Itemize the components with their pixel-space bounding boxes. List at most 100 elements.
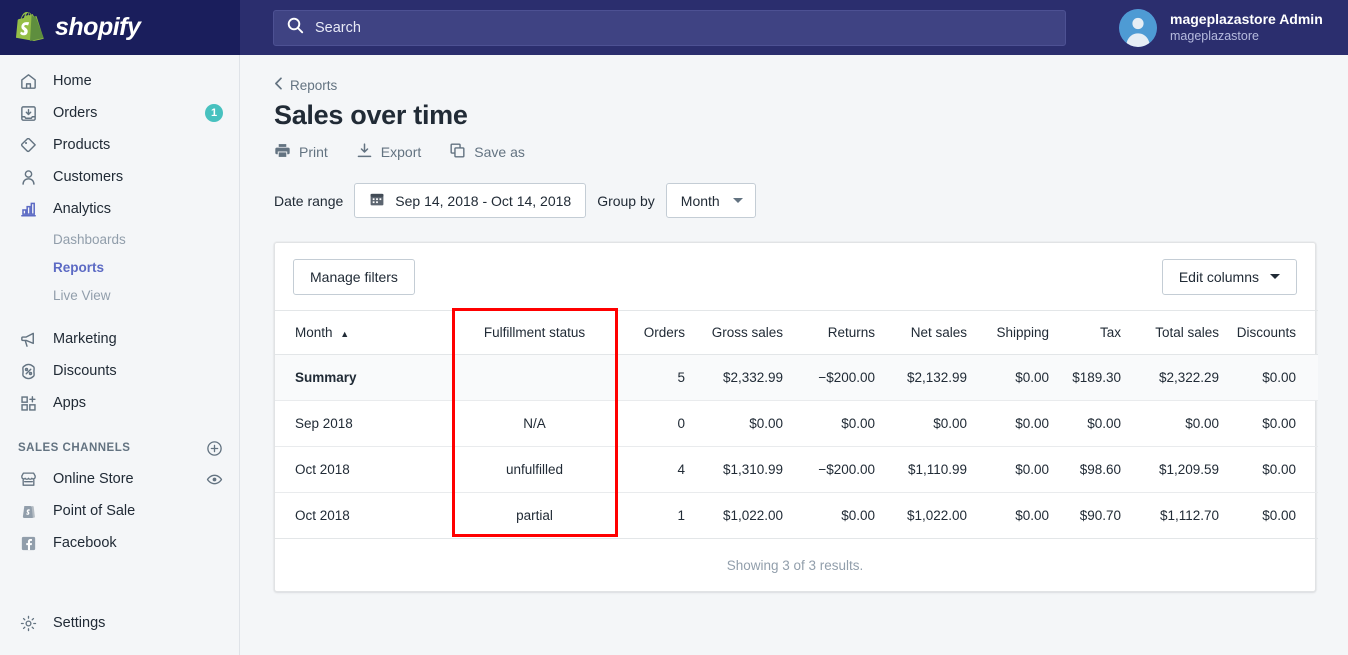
cell-net-sales: $2,132.99	[875, 354, 967, 401]
save-as-button[interactable]: Save as	[449, 142, 525, 162]
sidebar-item-discounts[interactable]: Discounts	[0, 355, 239, 387]
save-as-label: Save as	[474, 144, 525, 160]
table-row[interactable]: Oct 2018 partial 1 $1,022.00 $0.00 $1,02…	[275, 492, 1318, 539]
sidebar-item-apps[interactable]: Apps	[0, 387, 239, 419]
cell-total-sales: $0.00	[1121, 400, 1219, 447]
app-shell: Home Orders 1 Products Customers Analyti…	[0, 55, 1348, 655]
search-icon	[287, 17, 304, 39]
page-actions: Print Export Save as	[274, 142, 1316, 162]
point-of-sale-icon	[18, 501, 39, 522]
cell-gross-sales: $1,022.00	[685, 492, 783, 539]
table-row[interactable]: Summary 5 $2,332.99 −$200.00 $2,132.99 $…	[275, 354, 1318, 401]
table-row[interactable]: Sep 2018 N/A 0 $0.00 $0.00 $0.00 $0.00 $…	[275, 400, 1318, 447]
sidebar-item-label: Facebook	[53, 535, 117, 551]
cell-returns: $0.00	[783, 400, 875, 447]
column-header-returns[interactable]: Returns	[783, 310, 875, 355]
orders-count-badge: 1	[205, 104, 223, 122]
account-text: mageplazastore Admin mageplazastore	[1170, 11, 1323, 44]
sidebar-subitem-label: Live View	[53, 287, 111, 303]
report-card: Manage filters Edit columns Month ▲ Fulf…	[274, 242, 1318, 592]
cell-tax: $98.60	[1049, 446, 1121, 493]
column-header-net-sales[interactable]: Net sales	[875, 310, 967, 355]
copy-icon	[449, 142, 466, 162]
cell-shipping: $0.00	[967, 492, 1049, 539]
sidebar-subitem-dashboards[interactable]: Dashboards	[0, 225, 239, 253]
table-header-row: Month ▲ Fulfillment status Orders Gross …	[275, 310, 1318, 355]
column-header-month-label: Month	[295, 325, 333, 340]
sidebar-item-settings[interactable]: Settings	[0, 607, 239, 639]
eye-icon[interactable]	[205, 470, 223, 488]
sidebar-item-label: Products	[53, 137, 111, 153]
customers-person-icon	[18, 167, 39, 188]
page-title: Sales over time	[274, 100, 468, 130]
cell-total-sales: $2,322.29	[1121, 354, 1219, 401]
export-button[interactable]: Export	[356, 142, 421, 162]
cell-fulfillment-status: N/A	[452, 400, 617, 447]
printer-icon	[274, 142, 291, 162]
cell-discounts: $0.00	[1219, 354, 1318, 401]
date-range-picker[interactable]: Sep 14, 2018 - Oct 14, 2018	[354, 183, 587, 218]
column-header-orders[interactable]: Orders	[617, 310, 685, 355]
manage-filters-button[interactable]: Manage filters	[293, 258, 415, 295]
search-area: Search	[240, 0, 1098, 55]
sidebar-item-label: Settings	[53, 615, 106, 631]
account-store: mageplazastore	[1170, 29, 1259, 43]
sidebar-flex-spacer	[0, 559, 239, 607]
sidebar-subitem-live-view[interactable]: Live View	[0, 281, 239, 309]
group-by-select[interactable]: Month	[665, 183, 756, 218]
account-name: mageplazastore Admin	[1170, 11, 1323, 27]
sidebar-item-home[interactable]: Home	[0, 65, 239, 97]
sales-channels-heading: SALES CHANNELS	[18, 442, 131, 454]
column-header-total-sales[interactable]: Total sales	[1121, 310, 1219, 355]
cell-discounts: $0.00	[1219, 492, 1318, 539]
cell-returns: $0.00	[783, 492, 875, 539]
chevron-down-icon	[1270, 274, 1280, 279]
account-menu[interactable]: mageplazastore Admin mageplazastore	[1098, 0, 1348, 55]
column-header-fulfillment-status[interactable]: Fulfillment status	[452, 310, 617, 355]
sidebar-item-point-of-sale[interactable]: Point of Sale	[0, 495, 239, 527]
sidebar-item-analytics[interactable]: Analytics	[0, 193, 239, 225]
breadcrumb[interactable]: Reports	[274, 77, 337, 93]
sidebar-item-marketing[interactable]: Marketing	[0, 323, 239, 355]
cell-tax: $90.70	[1049, 492, 1121, 539]
group-by-label: Group by	[597, 192, 655, 209]
cell-discounts: $0.00	[1219, 400, 1318, 447]
column-header-gross-sales[interactable]: Gross sales	[685, 310, 783, 355]
cell-gross-sales: $0.00	[685, 400, 783, 447]
column-header-discounts[interactable]: Discounts	[1219, 310, 1318, 355]
cell-shipping: $0.00	[967, 400, 1049, 447]
column-header-month[interactable]: Month ▲	[275, 310, 452, 355]
sidebar-subitem-reports[interactable]: Reports	[0, 253, 239, 281]
top-bar: shopify Search mageplazastore Admin mage…	[0, 0, 1348, 55]
sidebar-item-products[interactable]: Products	[0, 129, 239, 161]
sales-channels-header: SALES CHANNELS	[0, 433, 239, 463]
table-area: Month ▲ Fulfillment status Orders Gross …	[275, 308, 1318, 539]
cell-total-sales: $1,112.70	[1121, 492, 1219, 539]
plus-circle-icon[interactable]	[205, 439, 223, 457]
breadcrumb-label: Reports	[290, 77, 338, 93]
download-icon	[356, 142, 373, 162]
sidebar-item-label: Orders	[53, 105, 98, 121]
home-icon	[18, 71, 39, 92]
column-header-tax[interactable]: Tax	[1049, 310, 1121, 355]
cell-fulfillment-status: partial	[452, 492, 617, 539]
search-input[interactable]: Search	[273, 9, 1066, 46]
table-row[interactable]: Oct 2018 unfulfilled 4 $1,310.99 −$200.0…	[275, 446, 1318, 493]
table-body: Summary 5 $2,332.99 −$200.00 $2,132.99 $…	[275, 354, 1318, 539]
column-header-shipping[interactable]: Shipping	[967, 310, 1049, 355]
filters-row: Date range Sep 14, 2018 - Oct 14, 2018 G…	[274, 183, 1316, 218]
sidebar-subitem-label: Dashboards	[53, 231, 126, 247]
brand-area[interactable]: shopify	[0, 0, 240, 55]
sidebar-item-facebook[interactable]: Facebook	[0, 527, 239, 559]
sidebar-item-orders[interactable]: Orders 1	[0, 97, 239, 129]
sidebar-item-customers[interactable]: Customers	[0, 161, 239, 193]
sort-ascending-icon: ▲	[340, 329, 350, 339]
cell-month: Oct 2018	[275, 492, 452, 539]
sidebar-item-online-store[interactable]: Online Store	[0, 463, 239, 495]
brand-wordmark: shopify	[55, 13, 141, 41]
cell-total-sales: $1,209.59	[1121, 446, 1219, 493]
card-toolbar: Manage filters Edit columns	[275, 243, 1315, 310]
cell-returns: −$200.00	[783, 446, 875, 493]
edit-columns-button[interactable]: Edit columns	[1161, 258, 1297, 295]
print-button[interactable]: Print	[274, 142, 328, 162]
